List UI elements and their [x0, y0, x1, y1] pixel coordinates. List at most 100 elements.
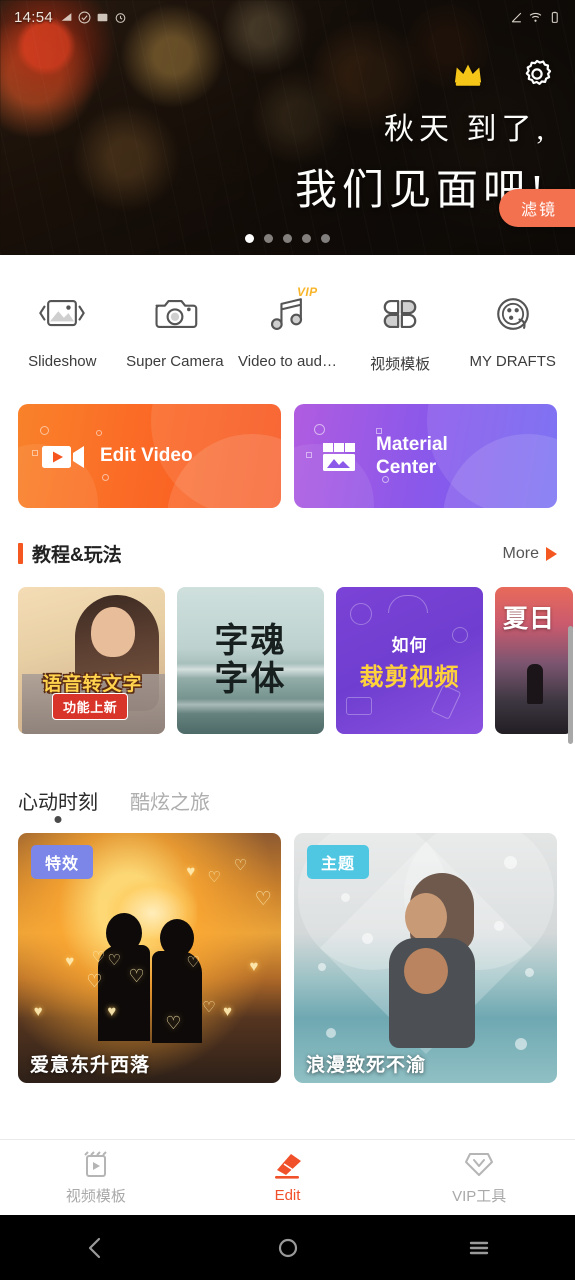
tab-heart-moment[interactable]: 心动时刻	[18, 786, 98, 823]
android-system-nav	[0, 1215, 575, 1280]
content-card-1-heart-10: ♡	[186, 954, 200, 971]
camera-icon	[155, 300, 198, 328]
content-card-grid: ♡ ♡ ♡ ♥ ♥ ♡ ♡ ♡ ♡ ♡ ♥ ♡ ♥ ♥ ♥ ♡ 特效 爱意东升西…	[0, 815, 575, 1083]
nav-item-video-template[interactable]: 视频模板	[0, 1149, 192, 1206]
content-card-2-badge: 主题	[307, 845, 370, 879]
tool-video-template-label: 视频模板	[370, 356, 431, 373]
material-center-card[interactable]: Material Center	[294, 404, 557, 508]
crown-icon[interactable]	[453, 61, 483, 87]
nav-item-edit-label: Edit	[274, 1187, 301, 1204]
tool-slideshow[interactable]: Slideshow	[6, 289, 119, 370]
sysnav-back-button[interactable]	[0, 1235, 192, 1261]
film-template-icon	[84, 1151, 107, 1177]
content-card-2-face-top	[404, 893, 447, 941]
content-card-theme[interactable]: 主题 浪漫致死不渝	[294, 833, 557, 1083]
triangle-right-icon	[546, 546, 557, 561]
material-card-sq-1	[306, 452, 312, 458]
image-slideshow-icon	[39, 300, 86, 327]
eraser-edit-icon	[274, 1154, 301, 1179]
tool-super-camera[interactable]: Super Camera	[119, 289, 232, 370]
recents-menu-icon	[469, 1241, 489, 1254]
tutorial-more-button[interactable]: More	[503, 545, 557, 563]
tutorial-card-crop-video[interactable]: 如何 裁剪视频	[336, 587, 483, 734]
tool-super-camera-label: Super Camera	[126, 353, 224, 370]
content-card-1-heart-15: ♥	[107, 1003, 117, 1020]
content-card-2-face-bottom	[403, 948, 448, 994]
tool-video-to-audio[interactable]: VIP Video to aud…	[231, 285, 344, 370]
check-icon	[78, 11, 91, 23]
tool-super-camera-icon-wrap	[151, 289, 199, 339]
primary-action-cards: Edit Video Material Center	[0, 390, 575, 508]
edit-video-card[interactable]: Edit Video	[18, 404, 281, 508]
nav-item-edit[interactable]: Edit	[192, 1151, 384, 1204]
carousel-dot-2[interactable]	[264, 234, 273, 243]
app-root: 14:54 秋天 到了, 我们见面吧! 滤镜 Slideshow Super C…	[0, 0, 575, 1280]
content-card-2-bubble-6	[525, 968, 535, 977]
content-card-1-heart-9: ♡	[128, 965, 145, 986]
tutorial-2-text: 字魂 字体	[177, 587, 324, 734]
alarm-icon	[115, 12, 126, 23]
sysnav-recents-button[interactable]	[383, 1235, 575, 1261]
tool-slideshow-icon-wrap	[38, 289, 86, 339]
wifi-icon	[529, 12, 542, 22]
tutorial-1-photo-face	[91, 607, 135, 657]
tutorial-card-summer[interactable]: 夏日	[495, 587, 573, 734]
tool-my-drafts[interactable]: MY DRAFTS	[456, 289, 569, 370]
tutorial-card-strip[interactable]: 语音转文字 功能上新 字魂 字体 如何 裁剪视频 夏日	[0, 567, 575, 734]
tab-cool-journey[interactable]: 酷炫之旅	[130, 786, 210, 815]
content-tabs: 心动时刻 酷炫之旅	[0, 734, 575, 823]
carousel-dot-4[interactable]	[302, 234, 311, 243]
content-card-1-couple	[90, 905, 210, 1045]
content-card-1-heart-12: ♡	[202, 999, 216, 1016]
sysnav-home-button[interactable]	[192, 1235, 384, 1261]
carousel-dot-5[interactable]	[321, 234, 330, 243]
tool-video-to-audio-icon-wrap: VIP	[263, 285, 317, 339]
status-left-icons	[60, 11, 127, 24]
tutorial-section-title: 教程&玩法	[32, 545, 122, 566]
hero-action-icons	[453, 58, 553, 90]
vip-badge: VIP	[296, 285, 318, 299]
tutorial-card-font[interactable]: 字魂 字体	[177, 587, 324, 734]
film-reel-icon	[496, 298, 529, 330]
status-time: 14:54	[14, 8, 54, 26]
hero-filter-badge[interactable]: 滤镜	[498, 189, 575, 227]
tutorial-1-title: 语音转文字	[42, 674, 143, 695]
content-card-1-heart-14: ♥	[33, 1003, 43, 1020]
vertical-scrollbar[interactable]	[568, 626, 573, 744]
diamond-vip-icon	[465, 1153, 494, 1176]
tool-my-drafts-label: MY DRAFTS	[469, 353, 556, 370]
content-card-effects[interactable]: ♡ ♡ ♡ ♥ ♥ ♡ ♡ ♡ ♡ ♡ ♥ ♡ ♥ ♥ ♥ ♡ 特效 爱意东升西…	[18, 833, 281, 1083]
tool-video-template-icon-wrap	[376, 289, 424, 339]
carousel-dots	[0, 234, 575, 243]
tutorial-3-doodle-4	[346, 697, 372, 715]
hero-banner[interactable]: 14:54 秋天 到了, 我们见面吧! 滤镜	[0, 0, 575, 255]
signal-icon	[61, 12, 72, 21]
tab-cool-journey-label: 酷炫之旅	[130, 792, 210, 814]
tool-video-to-audio-label: Video to aud…	[238, 353, 337, 370]
tool-my-drafts-icon-wrap	[489, 289, 537, 339]
tutorial-3-doodle-2	[350, 603, 372, 625]
network-icon	[511, 12, 522, 22]
carousel-dot-3[interactable]	[283, 234, 292, 243]
gear-icon[interactable]	[521, 58, 553, 90]
tutorial-more-label: More	[502, 544, 539, 562]
content-card-1-heart-1: ♡	[207, 869, 221, 886]
content-card-1-body-left	[97, 945, 150, 1041]
material-center-line2: Center	[376, 457, 437, 478]
carousel-dot-1[interactable]	[245, 234, 254, 243]
content-card-1-heart-3: ♡	[254, 889, 272, 910]
content-card-1-heart-2: ♡	[233, 856, 248, 874]
content-card-1-heart-7: ♡	[107, 951, 121, 969]
content-card-1-heart-4: ♥	[186, 863, 196, 880]
content-card-1-heart-6: ♡	[91, 949, 106, 966]
nav-item-vip-tools[interactable]: VIP工具	[383, 1149, 575, 1206]
content-card-1-badge: 特效	[31, 845, 94, 879]
material-center-line1: Material	[376, 433, 448, 455]
section-accent-bar	[18, 543, 23, 564]
content-card-1-heart-5: ♥	[65, 953, 75, 970]
tool-video-template[interactable]: 视频模板	[344, 289, 457, 374]
tutorial-card-voice-to-text[interactable]: 语音转文字 功能上新	[18, 587, 165, 734]
back-chevron-icon	[88, 1237, 100, 1258]
content-card-1-title: 爱意东升西落	[30, 1055, 151, 1076]
tab-active-indicator	[54, 816, 62, 823]
